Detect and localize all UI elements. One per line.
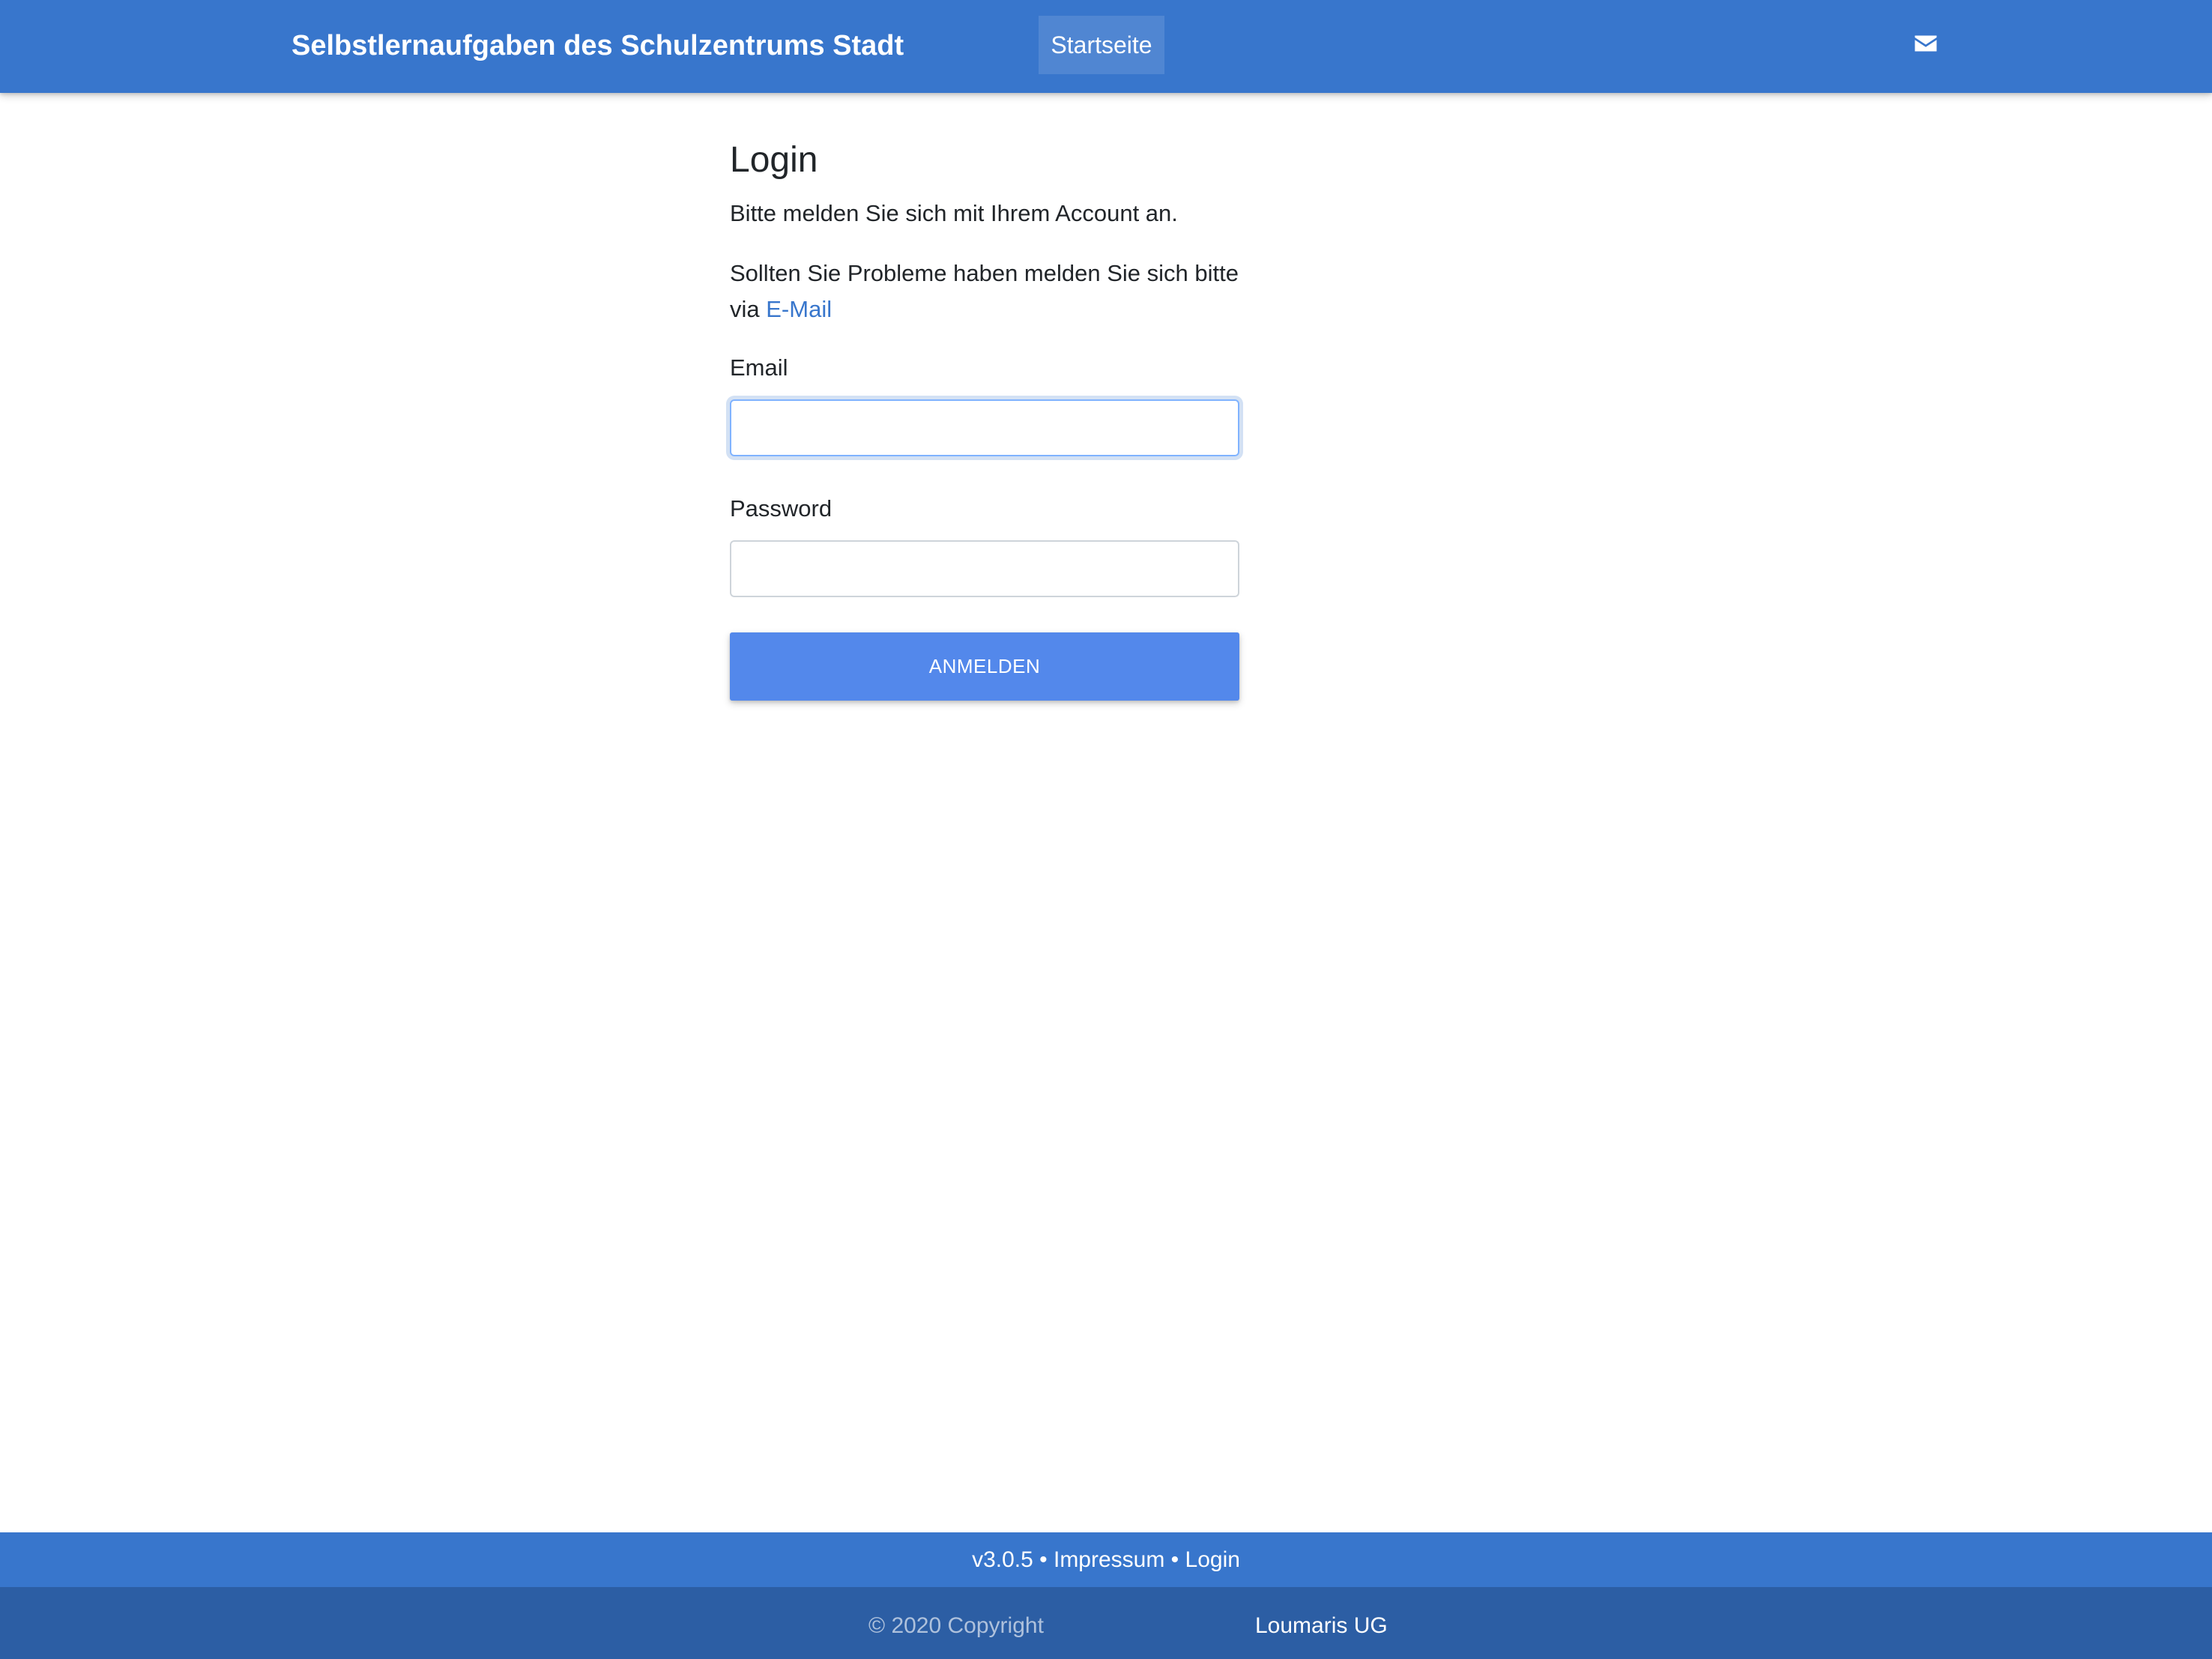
brand-title[interactable]: Selbstlernaufgaben des Schulzentrums Sta…	[291, 0, 904, 93]
footer-links-bar: v3.0.5 • Impressum • Login	[0, 1532, 2212, 1587]
footer-copyright-bar: © 2020 Copyright Loumaris UG	[0, 1587, 2212, 1659]
help-text: Sollten Sie Probleme haben melden Sie si…	[730, 256, 1247, 327]
top-navbar: Selbstlernaufgaben des Schulzentrums Sta…	[0, 0, 2212, 93]
email-label: Email	[730, 354, 788, 381]
company-link[interactable]: Loumaris UG	[1255, 1587, 1388, 1659]
login-intro-text: Bitte melden Sie sich mit Ihrem Account …	[730, 200, 1178, 226]
login-submit-button[interactable]: Anmelden	[730, 632, 1239, 701]
copyright-text: © 2020 Copyright	[868, 1613, 1044, 1638]
page: Selbstlernaufgaben des Schulzentrums Sta…	[0, 0, 2212, 1659]
password-input[interactable]	[730, 540, 1239, 597]
footer-separator: •	[1164, 1547, 1185, 1572]
envelope-icon[interactable]	[1914, 34, 1938, 52]
page-title: Login	[730, 140, 818, 180]
version-text: v3.0.5	[972, 1547, 1033, 1572]
email-input[interactable]	[730, 399, 1239, 456]
password-label: Password	[730, 495, 832, 522]
footer-separator: •	[1033, 1547, 1054, 1572]
impressum-link[interactable]: Impressum	[1054, 1547, 1164, 1572]
email-contact-link[interactable]: E-Mail	[766, 296, 832, 322]
footer-login-link[interactable]: Login	[1185, 1547, 1240, 1572]
nav-item-startseite[interactable]: Startseite	[1039, 16, 1164, 74]
